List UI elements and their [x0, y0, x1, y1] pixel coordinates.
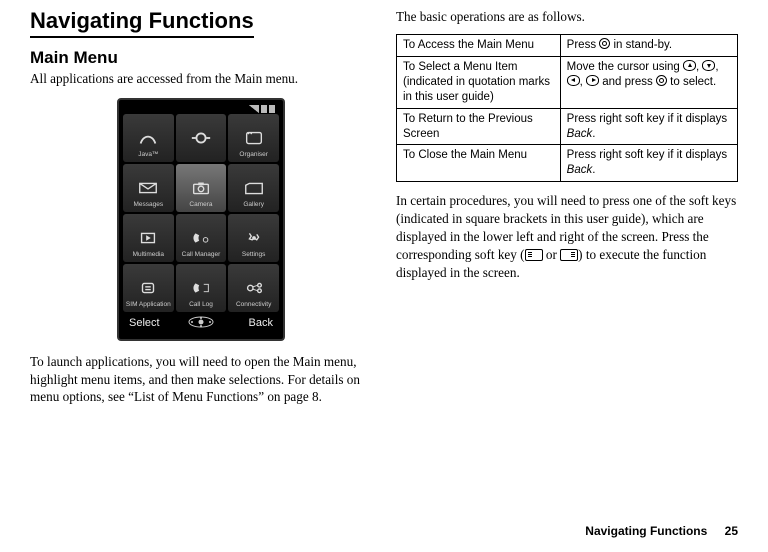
app-label: Connectivity	[228, 302, 279, 309]
dpad-icon	[177, 316, 225, 331]
op-action: Press right soft key if it displays Back…	[560, 108, 737, 145]
app-label: Call Manager	[176, 252, 227, 259]
left-softkey-icon	[525, 249, 543, 261]
app-icon	[242, 280, 266, 296]
op-action: Press in stand-by.	[560, 34, 737, 56]
op-label: To Select a Menu Item (indicated in quot…	[397, 56, 561, 108]
basic-ops-lead: The basic operations are as follows.	[396, 8, 738, 26]
battery-icon	[261, 105, 267, 113]
phone-app-tile: Java™	[123, 114, 174, 162]
radio-icon	[269, 105, 275, 113]
phone-app-tile: Connectivity	[228, 264, 279, 312]
intro-text: All applications are accessed from the M…	[30, 70, 372, 88]
softkey-explain: In certain procedures, you will need to …	[396, 192, 738, 281]
app-icon	[242, 180, 266, 196]
phone-screenshot: Java™ Organiser MessagesCameraGallery Mult…	[30, 98, 372, 341]
app-label: Gallery	[228, 202, 279, 209]
op-action: Move the cursor using , , , and press to…	[560, 56, 737, 108]
phone-app-tile: Call Manager	[176, 214, 227, 262]
center-key-icon	[656, 75, 667, 86]
phone-app-tile: Call Log	[176, 264, 227, 312]
op-label: To Access the Main Menu	[397, 34, 561, 56]
section-heading: Main Menu	[30, 48, 372, 68]
phone-app-tile: Settings	[228, 214, 279, 262]
app-label: SIM Application	[123, 302, 174, 309]
phone-app-tile: Multimedia	[123, 214, 174, 262]
phone-app-tile: Messages	[123, 164, 174, 212]
operations-table: To Access the Main MenuPress in stand-by…	[396, 34, 738, 183]
app-icon	[189, 180, 213, 196]
page-heading: Navigating Functions	[30, 8, 254, 38]
softkey-right: Back	[225, 317, 273, 329]
app-icon	[136, 230, 160, 246]
footer-page: 25	[725, 524, 738, 538]
app-icon	[189, 130, 213, 146]
app-icon	[136, 280, 160, 296]
app-label: Settings	[228, 252, 279, 259]
app-icon	[136, 130, 160, 146]
center-key-icon	[599, 38, 610, 49]
app-icon	[242, 130, 266, 146]
app-icon	[136, 180, 160, 196]
app-label: Organiser	[228, 152, 279, 159]
op-label: To Return to the Previous Screen	[397, 108, 561, 145]
phone-statusbar	[123, 104, 279, 114]
phone-app-tile: Camera	[176, 164, 227, 212]
phone-app-tile: Gallery	[228, 164, 279, 212]
op-action: Press right soft key if it displays Back…	[560, 145, 737, 182]
phone-app-tile: SIM Application	[123, 264, 174, 312]
down-key-icon	[702, 60, 715, 71]
right-softkey-icon	[560, 249, 578, 261]
softkey-left: Select	[129, 317, 177, 329]
phone-app-tile: Organiser	[228, 114, 279, 162]
app-icon	[189, 280, 213, 296]
app-label	[176, 152, 227, 159]
app-label: Camera	[176, 202, 227, 209]
phone-app-tile	[176, 114, 227, 162]
footer-title: Navigating Functions	[585, 524, 707, 538]
app-icon	[189, 230, 213, 246]
page-footer: Navigating Functions 25	[585, 524, 738, 538]
op-label: To Close the Main Menu	[397, 145, 561, 182]
app-label: Multimedia	[123, 252, 174, 259]
right-key-icon	[586, 75, 599, 86]
app-label: Messages	[123, 202, 174, 209]
launch-text: To launch applications, you will need to…	[30, 353, 372, 406]
app-icon	[242, 230, 266, 246]
app-label: Java™	[123, 152, 174, 159]
signal-icon	[249, 105, 259, 113]
app-label: Call Log	[176, 302, 227, 309]
left-key-icon	[567, 75, 580, 86]
up-key-icon	[683, 60, 696, 71]
